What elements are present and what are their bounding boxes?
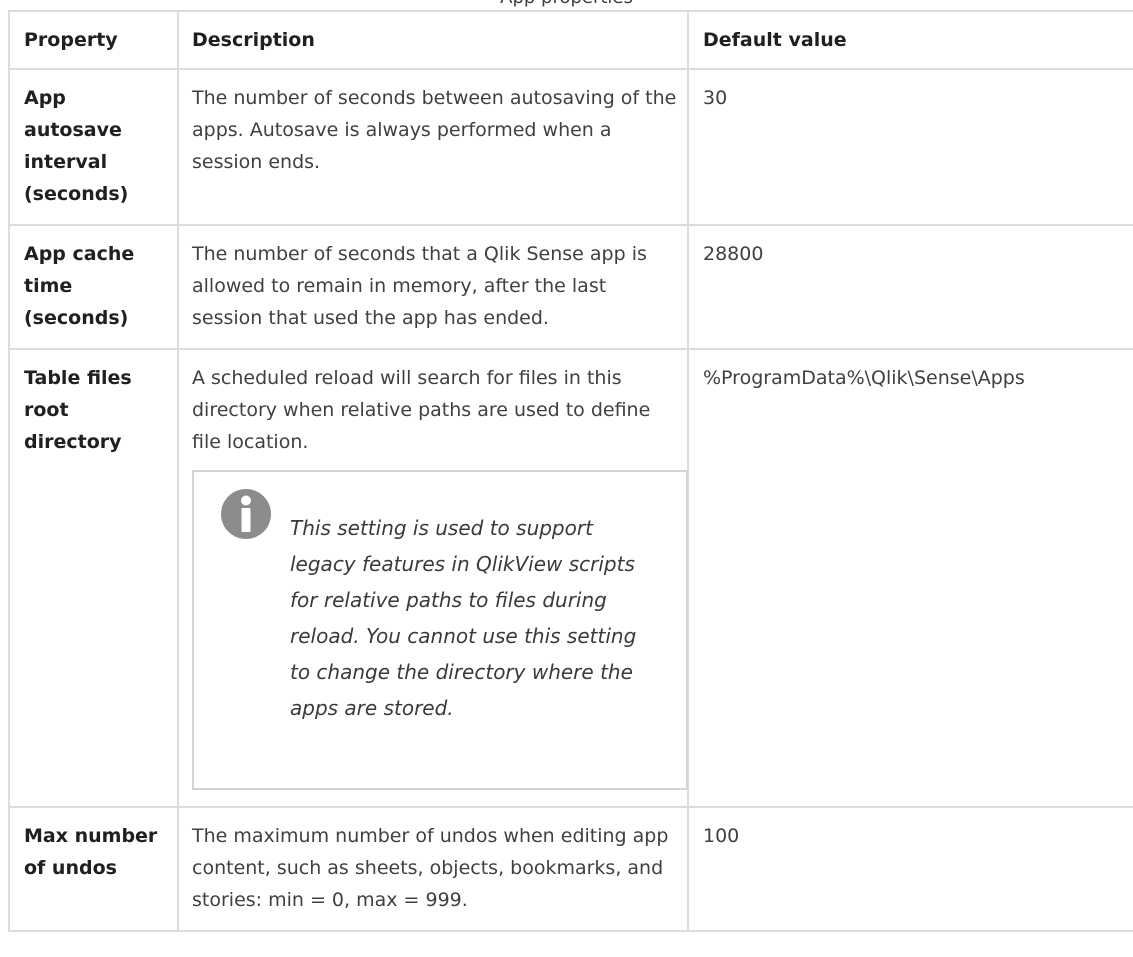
note-text: This setting is used to support legacy f… — [290, 516, 637, 720]
page: App properties Property Description Defa… — [0, 0, 1133, 957]
property-description: The number of seconds between autosaving… — [177, 68, 689, 226]
property-default-value: 100 — [687, 806, 1133, 932]
table-row: Max number of undos The maximum number o… — [8, 806, 1133, 932]
table-row: Table files root directory A scheduled r… — [8, 348, 1133, 808]
property-name: App autosave interval (seconds) — [8, 68, 179, 226]
property-default-value: %ProgramData%\Qlik\Sense\Apps — [687, 348, 1133, 808]
property-description: The maximum number of undos when editing… — [177, 806, 689, 932]
column-header-property: Property — [8, 10, 179, 70]
note-box: This setting is used to support legacy f… — [192, 470, 688, 790]
properties-table: Property Description Default value App a… — [8, 10, 1133, 932]
property-default-value: 28800 — [687, 224, 1133, 350]
table-caption: App properties — [0, 0, 1133, 8]
property-description: The number of seconds that a Qlik Sense … — [177, 224, 689, 350]
property-description: A scheduled reload will search for files… — [192, 367, 651, 453]
info-icon — [220, 488, 272, 540]
column-header-description: Description — [177, 10, 689, 70]
property-default-value: 30 — [687, 68, 1133, 226]
property-name: App cache time (seconds) — [8, 224, 179, 350]
column-header-default-value: Default value — [687, 10, 1133, 70]
property-name: Max number of undos — [8, 806, 179, 932]
table-row: App cache time (seconds) The number of s… — [8, 224, 1133, 350]
table-header-row: Property Description Default value — [8, 10, 1133, 70]
property-name: Table files root directory — [8, 348, 179, 808]
property-description-cell: A scheduled reload will search for files… — [177, 348, 689, 808]
table-row: App autosave interval (seconds) The numb… — [8, 68, 1133, 226]
